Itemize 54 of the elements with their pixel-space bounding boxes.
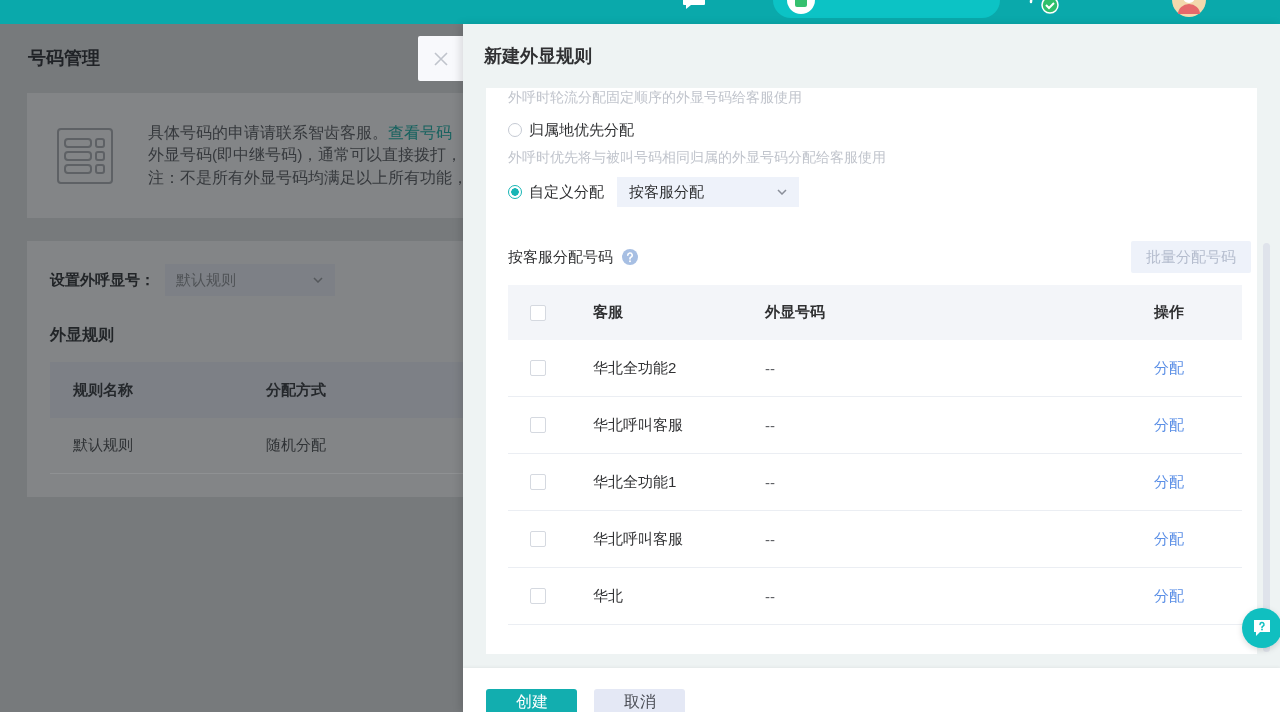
drawer-title: 新建外显规则 <box>484 45 592 68</box>
table-cell: 华北呼叫客服 <box>593 529 683 547</box>
radio-button[interactable] <box>508 123 522 137</box>
table-cell: 华北全功能1 <box>593 472 677 490</box>
option-label[interactable]: 自定义分配 <box>529 182 604 202</box>
table-cell: -- <box>765 587 775 605</box>
chevron-down-icon <box>313 277 323 283</box>
table-cell: 默认规则 <box>73 436 133 453</box>
table-cell: 随机分配 <box>266 436 326 453</box>
assign-link[interactable]: 分配 <box>1154 586 1184 604</box>
chevron-down-icon <box>777 189 787 195</box>
column-header: 客服 <box>593 303 623 320</box>
assign-link[interactable]: 分配 <box>1154 529 1184 547</box>
document-list-icon <box>57 127 113 184</box>
select-all-checkbox[interactable] <box>530 304 546 321</box>
table-cell: -- <box>765 359 775 377</box>
column-header: 分配方式 <box>266 380 326 398</box>
create-button[interactable]: 创建 <box>486 689 577 712</box>
row-checkbox[interactable] <box>530 417 546 433</box>
row-checkbox[interactable] <box>530 588 546 604</box>
row-checkbox[interactable] <box>530 531 546 547</box>
details-link[interactable]: 查看号码 <box>388 123 452 141</box>
table-cell: -- <box>765 416 775 434</box>
help-icon <box>622 249 638 265</box>
table-cell: 华北 <box>593 586 623 604</box>
option-label[interactable]: 归属地优先分配 <box>529 120 634 140</box>
table-cell: 华北呼叫客服 <box>593 415 683 433</box>
section-title: 外显规则 <box>50 325 114 345</box>
row-checkbox[interactable] <box>530 474 546 490</box>
hint-text: 外呼时轮流分配固定顺序的外显号码给客服使用 <box>508 89 802 105</box>
assign-mode-select[interactable]: 按客服分配 <box>617 177 799 207</box>
row-checkbox[interactable] <box>530 360 546 376</box>
assign-link[interactable]: 分配 <box>1154 472 1184 490</box>
scrollbar[interactable] <box>1263 243 1270 652</box>
speech-bubble-icon <box>1252 618 1272 638</box>
section-title: 按客服分配号码 <box>508 247 613 267</box>
radio-button[interactable] <box>508 185 522 199</box>
column-header: 外显号码 <box>765 303 825 320</box>
table-cell: 华北全功能2 <box>593 358 677 376</box>
cancel-button[interactable]: 取消 <box>594 689 685 712</box>
column-header: 操作 <box>1154 303 1184 320</box>
notice-text: 具体号码的申请请联系智齿客服。查看号码 <box>148 122 452 143</box>
page-title: 号码管理 <box>28 47 100 70</box>
notice-text: 外显号码(即中继号码)，通常可以直接拨打， <box>148 145 463 166</box>
table-cell: -- <box>765 530 775 548</box>
assign-link[interactable]: 分配 <box>1154 415 1184 433</box>
column-header: 规则名称 <box>73 380 133 398</box>
assign-link[interactable]: 分配 <box>1154 358 1184 376</box>
close-button[interactable] <box>418 36 463 81</box>
table-cell: -- <box>765 473 775 491</box>
close-icon <box>433 51 448 66</box>
hint-text: 外呼时优先将与被叫号码相同归属的外显号码分配给客服使用 <box>508 148 886 167</box>
notice-text: 注：不是所有外显号码均满足以上所有功能， <box>148 167 468 188</box>
field-label: 设置外呼显号： <box>50 270 155 290</box>
